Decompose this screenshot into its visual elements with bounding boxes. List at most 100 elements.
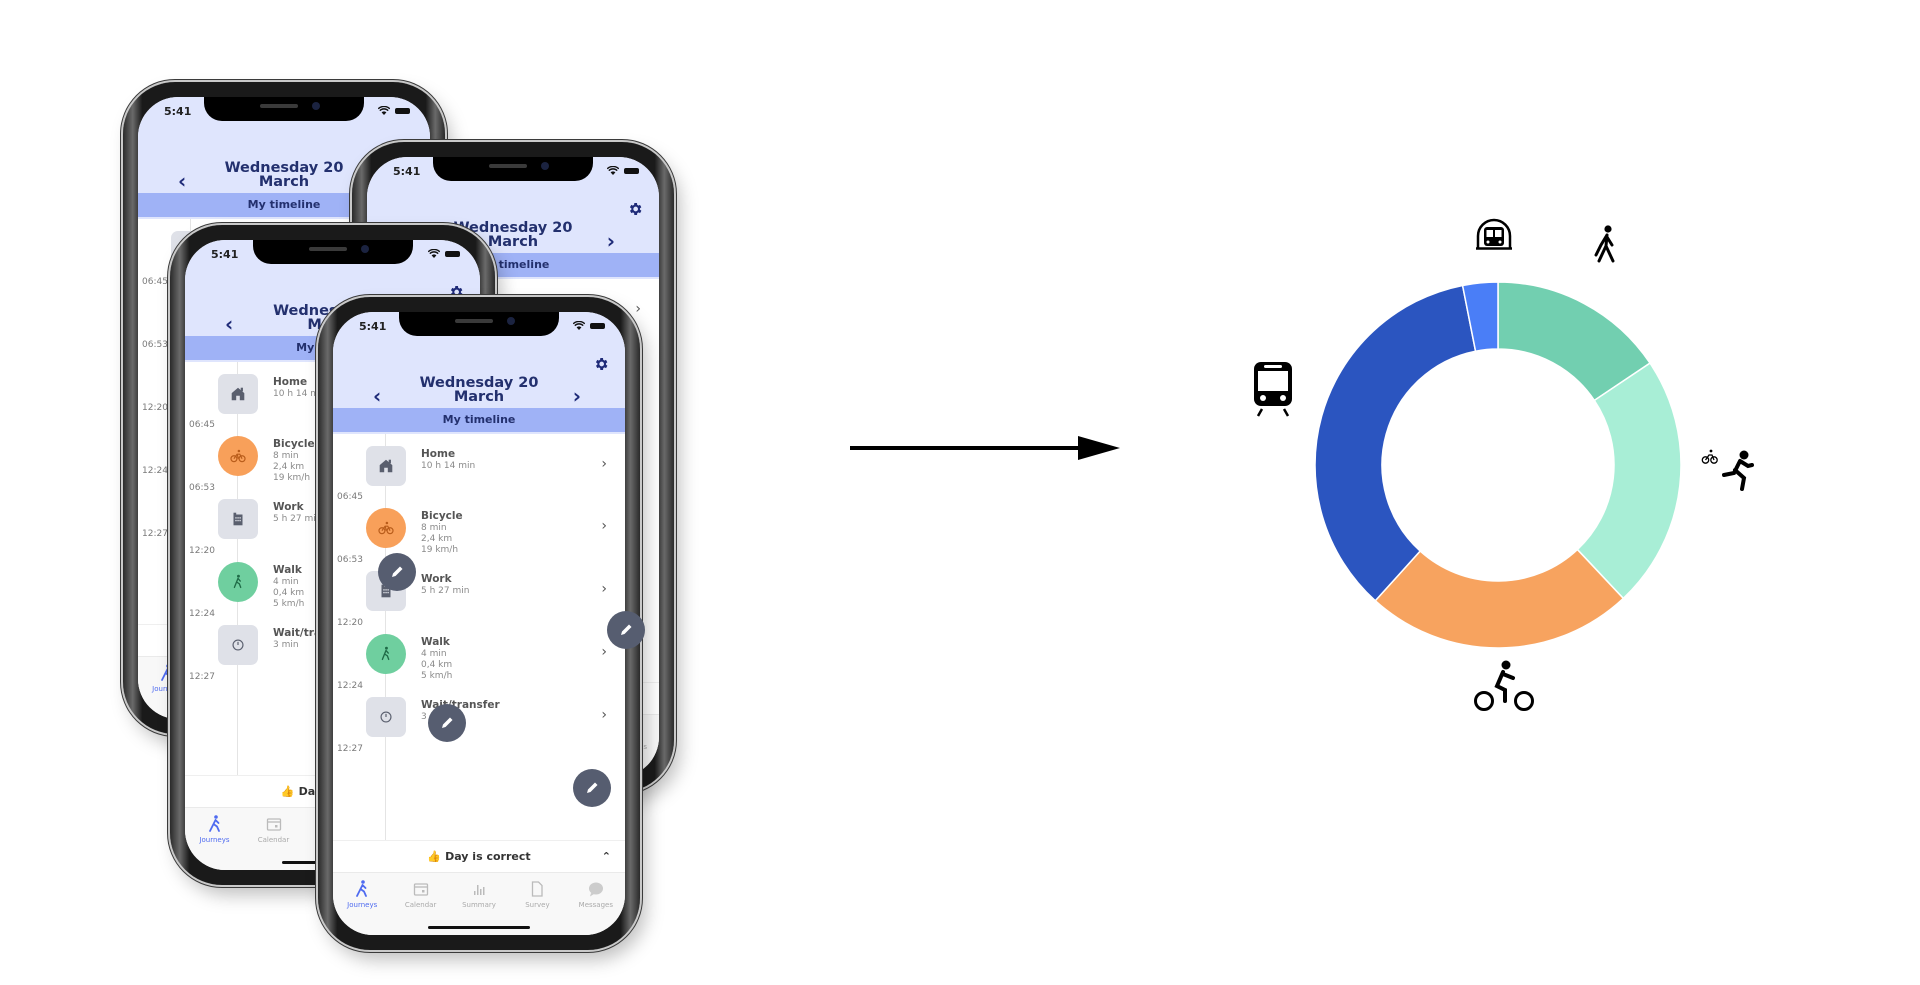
app-screen: 5:41 ‹ Wednesday 20 March › My timeline …: [333, 312, 625, 935]
time-mark: 12:24: [337, 681, 363, 691]
wifi-icon: [573, 321, 585, 330]
event-icon-box: [366, 446, 406, 486]
document-icon: [532, 881, 544, 897]
nav-label: Journeys: [199, 836, 230, 844]
time-mark: 12:27: [142, 529, 168, 539]
time-mark: 06:53: [337, 555, 363, 565]
edit-button[interactable]: [378, 553, 416, 591]
pencil-icon: [442, 717, 453, 728]
event-detail: 5 h 27 min: [421, 586, 470, 596]
next-day-button[interactable]: ›: [573, 386, 581, 406]
home-icon: [231, 387, 245, 401]
walk-icon: [381, 646, 390, 661]
event-label: Bicycle: [273, 438, 315, 450]
time-mark: 12:27: [337, 744, 363, 754]
timeline-event-wait[interactable]: Wait/transfer 3 min ›: [333, 697, 625, 757]
home-icon: [379, 459, 393, 473]
event-icon-box: [218, 625, 258, 665]
time-mark: 06:53: [189, 483, 215, 493]
train-icon: [1254, 362, 1292, 417]
previous-day-button[interactable]: ‹: [225, 314, 233, 334]
event-label: Home: [273, 376, 308, 388]
nav-messages[interactable]: Messages: [567, 873, 625, 935]
event-detail: 4 min 0,4 km 5 km/h: [273, 577, 305, 609]
walk-icon: [356, 880, 368, 897]
time-mark: 12:24: [142, 466, 168, 476]
edit-button[interactable]: [607, 611, 645, 649]
building-icon: [233, 512, 243, 526]
event-icon-circle: [218, 436, 258, 476]
event-detail: 3 min: [273, 640, 299, 650]
chevron-right-icon[interactable]: ›: [601, 518, 607, 534]
timeline-event-work[interactable]: Work 5 h 27 min ›: [333, 571, 625, 631]
pencil-icon: [587, 782, 598, 793]
nav-journeys[interactable]: Journeys: [185, 808, 244, 870]
chat-bubble-icon: [588, 882, 603, 897]
event-detail: 4 min 0,4 km 5 km/h: [421, 649, 453, 681]
chevron-right-icon[interactable]: ›: [635, 301, 641, 317]
chevron-right-icon[interactable]: ›: [601, 707, 607, 723]
bar-chart-icon: [474, 885, 485, 895]
event-icon-box: [218, 374, 258, 414]
gear-icon[interactable]: [593, 356, 609, 372]
phone-front: 5:41 ‹ Wednesday 20 March › My timeline …: [318, 297, 640, 950]
event-label: Walk: [421, 636, 450, 648]
event-detail: 5 h 27 min: [273, 514, 322, 524]
event-detail: 8 min 2,4 km 19 km/h: [421, 523, 459, 555]
day-status-text: Day is correct: [445, 850, 531, 863]
wifi-icon: [378, 106, 390, 115]
nav-label: Summary: [462, 901, 496, 909]
tab-my-timeline[interactable]: My timeline: [333, 408, 625, 432]
status-icons: [378, 106, 410, 115]
mode-share-donut-chart: [1254, 218, 1754, 711]
battery-icon: [395, 107, 410, 114]
previous-day-button[interactable]: ‹: [178, 171, 186, 191]
time-mark: 12:27: [189, 672, 215, 682]
timeline-event-home[interactable]: Home 10 h 14 min ›: [333, 446, 625, 506]
nav-label: Journeys: [347, 901, 378, 909]
day-status-bar[interactable]: 👍Day is correct ⌃: [333, 840, 625, 873]
date-title: Wednesday 20 March: [393, 376, 565, 405]
event-icon-circle: [366, 634, 406, 674]
time-mark: 06:45: [189, 420, 215, 430]
previous-day-button[interactable]: ‹: [373, 386, 381, 406]
date-title-line2: March: [258, 174, 310, 190]
pencil-icon: [621, 624, 632, 635]
nav-journeys[interactable]: Journeys: [333, 873, 391, 935]
next-day-button[interactable]: ›: [607, 231, 615, 251]
time-mark: 06:45: [142, 277, 168, 287]
timeline-event-walk[interactable]: Walk 4 min 0,4 km 5 km/h ›: [333, 634, 625, 694]
chevron-up-icon[interactable]: ⌃: [602, 841, 611, 873]
walk-icon: [208, 815, 220, 832]
edit-button[interactable]: [573, 769, 611, 807]
donut-segments: [1314, 281, 1682, 649]
event-label: Work: [273, 501, 304, 513]
nav-label: Calendar: [404, 901, 437, 909]
app-header: 5:41 ‹ Wednesday 20 March › My timeline: [333, 312, 625, 434]
bicycle-icon: [1474, 660, 1534, 711]
edit-button[interactable]: [428, 704, 466, 742]
status-time: 5:41: [359, 320, 387, 333]
status-icons: [428, 249, 460, 258]
event-icon-circle: [366, 508, 406, 548]
chevron-right-icon[interactable]: ›: [601, 456, 607, 472]
status-time: 5:41: [164, 105, 192, 118]
nav-label: Survey: [525, 901, 550, 909]
time-mark: 12:20: [142, 403, 168, 413]
chevron-right-icon[interactable]: ›: [601, 644, 607, 660]
status-time: 5:41: [393, 165, 421, 178]
event-icon-box: [366, 697, 406, 737]
chevron-right-icon[interactable]: ›: [601, 581, 607, 597]
phone-notch: [204, 97, 364, 121]
gear-icon[interactable]: [627, 201, 643, 217]
calendar-icon: [266, 818, 281, 831]
event-label: Walk: [273, 564, 302, 576]
event-icon-circle: [218, 562, 258, 602]
event-label: Work: [421, 573, 452, 585]
date-title-line2: March: [453, 389, 505, 405]
timeline-event-bicycle[interactable]: Bicycle 8 min 2,4 km 19 km/h ›: [333, 508, 625, 568]
event-detail: 8 min 2,4 km 19 km/h: [273, 451, 311, 483]
bicycle-icon: [378, 521, 394, 535]
battery-icon: [624, 167, 639, 174]
time-mark: 06:53: [142, 340, 168, 350]
